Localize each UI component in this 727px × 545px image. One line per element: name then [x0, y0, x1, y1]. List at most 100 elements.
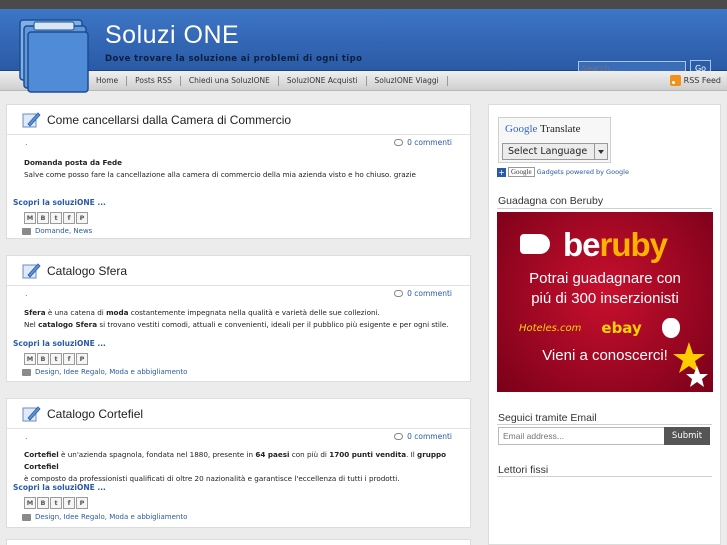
post-card — [6, 539, 471, 545]
blog-share-button[interactable]: B — [37, 497, 49, 509]
folder-icon — [22, 227, 31, 235]
twitter-share-button[interactable]: t — [50, 212, 62, 224]
pointing-hand-icon — [520, 234, 550, 254]
chevron-down-icon — [594, 144, 607, 159]
blog-share-button[interactable]: B — [37, 212, 49, 224]
post-body: Cortefiel è un'azienda spagnola, fondata… — [7, 443, 470, 485]
post-text: Salve come posso fare la cancellazione a… — [24, 170, 416, 179]
comments-count: 0 commenti — [407, 138, 452, 147]
gadgets-link[interactable]: + Google Gadgets powered by Google — [497, 167, 629, 177]
email-field[interactable] — [498, 427, 665, 445]
post-card: Catalogo Cortefiel . 0 commenti Cortefie… — [6, 398, 471, 528]
nav-item-acquisti[interactable]: SoluzIONE Acquisti — [279, 76, 367, 86]
post-text: Nel — [24, 320, 39, 329]
beruby-title: Guadagna con Beruby — [498, 195, 604, 207]
brand-part: ruby — [599, 226, 669, 263]
apple-icon — [661, 318, 680, 338]
top-strip — [0, 0, 727, 9]
post-text: costantemente impegnata nella qualità e … — [128, 308, 380, 317]
gadgets-text: Gadgets powered by Google — [536, 168, 629, 176]
pencil-icon — [22, 405, 41, 421]
post-text: è un'azienda spagnola, fondata nel 1880,… — [58, 450, 256, 459]
beruby-logo: beruby — [563, 226, 669, 264]
stars-icon — [673, 342, 708, 387]
rss-feed-link[interactable]: RSS Feed — [669, 75, 721, 86]
read-more-link[interactable]: Scopri la soluziONE ... — [13, 198, 106, 207]
post-title[interactable]: Come cancellarsi dalla Camera di Commerc… — [47, 113, 291, 127]
post-title[interactable]: Catalogo Cortefiel — [47, 407, 143, 421]
email-share-button[interactable]: M — [24, 212, 36, 224]
rss-feed-label: RSS Feed — [683, 76, 721, 85]
blog-share-button[interactable]: B — [37, 353, 49, 365]
site-header: Soluzi ONE Dove trovare la soluzione ai … — [0, 9, 727, 77]
read-more-link[interactable]: Scopri la soluziONE ... — [13, 483, 106, 492]
email-share-button[interactable]: M — [24, 497, 36, 509]
share-buttons: M B t f P — [24, 212, 88, 224]
translate-title: Google Translate — [505, 123, 581, 135]
pencil-icon — [22, 262, 41, 278]
post-body: Domanda posta da Fede Salve come posso f… — [7, 149, 470, 181]
read-more-link[interactable]: Scopri la soluziONE ... — [13, 339, 106, 348]
select-language-label: Select Language — [508, 146, 588, 157]
post-question: Domanda posta da Fede — [24, 158, 123, 167]
folder-logo-icon — [19, 19, 89, 93]
email-share-button[interactable]: M — [24, 353, 36, 365]
divider — [497, 424, 712, 425]
post-labels: Design, Idee Regalo, Moda e abbigliament… — [22, 368, 187, 376]
post-labels: Design, Idee Regalo, Moda e abbigliament… — [22, 513, 187, 521]
post-card: Catalogo Sfera . 0 commenti Sfera è una … — [6, 255, 471, 382]
labels-text[interactable]: Design, Idee Regalo, Moda e abbigliament… — [35, 368, 187, 376]
post-text: è una catena di — [45, 308, 107, 317]
divider — [497, 476, 712, 477]
nav-bar: Home Posts RSS Chiedi una SoluzIONE Solu… — [0, 71, 727, 91]
followers-title: Lettori fissi — [498, 464, 549, 476]
nav-item-posts-rss[interactable]: Posts RSS — [127, 76, 181, 86]
site-title[interactable]: Soluzi ONE — [105, 21, 239, 50]
labels-text[interactable]: Domande, News — [35, 227, 92, 235]
language-select[interactable]: Select Language — [502, 143, 608, 160]
submit-button[interactable]: Submit — [664, 427, 710, 445]
beruby-banner[interactable]: beruby Potrai guadagnare con piú di 300 … — [497, 212, 713, 392]
pencil-icon — [22, 111, 41, 127]
post-text: con più di — [289, 450, 330, 459]
twitter-share-button[interactable]: t — [50, 497, 62, 509]
pinterest-share-button[interactable]: P — [76, 212, 88, 224]
comment-bubble-icon — [394, 290, 404, 297]
share-buttons: M B t f P — [24, 353, 88, 365]
hotels-logo: Hoteles.com — [519, 322, 582, 334]
post-text: . Il — [406, 450, 418, 459]
google-logo: Google — [505, 123, 538, 135]
google-translate-widget: Google Translate Select Language — [498, 117, 611, 163]
pinterest-share-button[interactable]: P — [76, 497, 88, 509]
labels-text[interactable]: Design, Idee Regalo, Moda e abbigliament… — [35, 513, 187, 521]
post-labels: Domande, News — [22, 227, 92, 235]
comments-count: 0 commenti — [407, 432, 452, 441]
rss-icon — [669, 75, 681, 86]
comments-link[interactable]: 0 commenti — [394, 138, 452, 147]
facebook-share-button[interactable]: f — [63, 497, 75, 509]
post-card: Come cancellarsi dalla Camera di Commerc… — [6, 104, 471, 239]
ebay-logo: ebay — [601, 319, 642, 337]
nav-item-home[interactable]: Home — [92, 76, 128, 86]
post-title[interactable]: Catalogo Sfera — [47, 264, 127, 278]
comment-bubble-icon — [394, 433, 404, 440]
partner-logos: Hoteles.com ebay — [519, 318, 680, 338]
nav-item-chiedi[interactable]: Chiedi una SoluzIONE — [181, 76, 279, 86]
comments-link[interactable]: 0 commenti — [394, 289, 452, 298]
translate-label: Translate — [539, 123, 581, 135]
post-text: si trovano vestiti comodi, attuali e con… — [97, 320, 449, 329]
comment-bubble-icon — [394, 139, 404, 146]
pinterest-share-button[interactable]: P — [76, 353, 88, 365]
nav-item-viaggi[interactable]: SoluzIONE Viaggi — [367, 76, 448, 86]
bold-text: Sfera — [24, 308, 46, 317]
twitter-share-button[interactable]: t — [50, 353, 62, 365]
comments-link[interactable]: 0 commenti — [394, 432, 452, 441]
post-meta: . — [25, 432, 28, 441]
divider — [497, 208, 712, 209]
bold-text: Cortefiel — [24, 450, 59, 459]
facebook-share-button[interactable]: f — [63, 212, 75, 224]
bold-text: moda — [106, 308, 129, 317]
plus-icon: + — [497, 167, 506, 177]
email-subscribe-title: Seguici tramite Email — [498, 412, 597, 424]
facebook-share-button[interactable]: f — [63, 353, 75, 365]
